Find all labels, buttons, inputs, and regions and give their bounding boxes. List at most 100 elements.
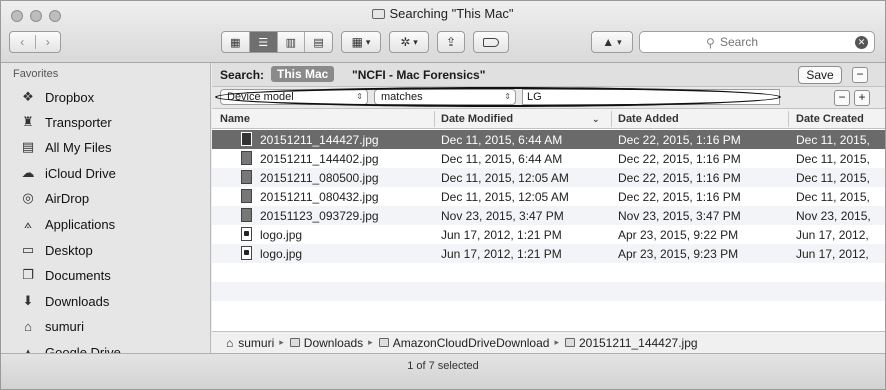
list-view-icon: ☰ — [258, 36, 269, 49]
file-name: logo.jpg — [260, 247, 303, 261]
save-search-button[interactable]: Save — [798, 66, 842, 84]
search-field[interactable]: ⚲ ✕ — [639, 31, 875, 53]
all-files-icon: ▤ — [21, 139, 35, 154]
path-segment[interactable]: sumuri — [238, 336, 274, 350]
scope-folder-button[interactable]: "NCFI - Mac Forensics" — [352, 68, 485, 82]
scope-this-mac-button[interactable]: This Mac — [271, 66, 335, 82]
back-button[interactable]: ‹ — [10, 35, 35, 49]
date-created: Dec 11, 2015, — [796, 190, 870, 204]
column-header-date-added[interactable]: Date Added — [618, 113, 679, 125]
sidebar-item-downloads[interactable]: ⬇ Downloads — [19, 289, 209, 313]
sidebar-item-airdrop[interactable]: ◎ AirDrop — [19, 186, 209, 210]
list-view-button[interactable]: ☰ — [248, 32, 277, 52]
arrange-button[interactable]: ▦ ▾ — [341, 31, 381, 53]
sidebar-item-google-drive[interactable]: ▲ Google Drive — [19, 340, 209, 354]
action-button[interactable]: ✲ ▾ — [389, 31, 429, 53]
text-size-icon: ▲ — [602, 35, 615, 49]
sidebar-item-label: sumuri — [45, 318, 85, 334]
file-name: 20151211_144402.jpg — [260, 152, 379, 166]
sidebar-item-documents[interactable]: ❐ Documents — [19, 263, 209, 287]
file-name: logo.jpg — [260, 228, 303, 242]
arrange-grid-icon: ▦ — [351, 35, 363, 49]
operator-popup[interactable]: matches ⇕ — [374, 89, 516, 105]
file-row[interactable]: 20151211_080432.jpg Dec 11, 2015, 12:05 … — [212, 187, 885, 206]
date-created: Jun 17, 2012, — [796, 247, 869, 261]
gear-icon: ✲ — [400, 35, 411, 49]
search-input[interactable] — [720, 35, 840, 49]
image-file-icon — [241, 208, 252, 222]
finder-window: Searching "This Mac" ‹ › ▦ ☰ ▥ ▤ ▦ ▾ ✲ ▾ ⇪… — [0, 0, 886, 390]
path-bar: ⌂ sumuri ▸ Downloads ▸ AmazonCloudDriveD… — [212, 331, 885, 353]
file-name: 20151123_093729.jpg — [260, 209, 379, 223]
date-modified: Dec 11, 2015, 6:44 AM — [441, 133, 563, 147]
attribute-popup[interactable]: Device model ⇕ — [220, 89, 368, 105]
column-divider[interactable] — [434, 111, 435, 127]
sidebar-item-dropbox[interactable]: ❖ Dropbox — [19, 85, 209, 109]
image-file-icon — [241, 189, 252, 203]
cover-flow-view-button[interactable]: ▤ — [304, 32, 332, 52]
folder-icon — [378, 338, 389, 347]
home-icon: ⌂ — [226, 335, 234, 350]
forward-button[interactable]: › — [34, 35, 61, 49]
date-added: Nov 23, 2015, 3:47 PM — [618, 209, 741, 223]
column-divider[interactable] — [611, 111, 612, 127]
tags-button[interactable] — [473, 31, 509, 53]
column-divider[interactable] — [788, 111, 789, 127]
clear-search-icon[interactable]: ✕ — [855, 36, 868, 49]
path-segment[interactable]: AmazonCloudDriveDownload — [393, 336, 550, 350]
file-row[interactable]: 20151211_144402.jpg Dec 11, 2015, 6:44 A… — [212, 149, 885, 168]
empty-row — [212, 282, 885, 301]
share-button[interactable]: ⇪ — [437, 31, 465, 53]
path-segment[interactable]: Downloads — [304, 336, 363, 350]
column-header-date-created[interactable]: Date Created — [796, 113, 864, 125]
google-drive-icon: ▲ — [21, 344, 35, 354]
sidebar-item-transporter[interactable]: ♜ Transporter — [19, 110, 209, 134]
column-view-button[interactable]: ▥ — [276, 32, 305, 52]
file-name: 20151211_144427.jpg — [260, 133, 379, 147]
sidebar-item-label: All My Files — [45, 139, 112, 155]
file-row[interactable]: logo.jpg Jun 17, 2012, 1:21 PM Apr 23, 2… — [212, 225, 885, 244]
text-size-button[interactable]: ▲ ▾ — [591, 31, 633, 53]
date-added: Dec 22, 2015, 1:16 PM — [618, 171, 741, 185]
status-text: 1 of 7 selected — [407, 360, 479, 372]
sidebar-item-applications[interactable]: ⟑ Applications — [19, 212, 209, 236]
file-name: 20151211_080432.jpg — [260, 190, 379, 204]
file-row[interactable]: 20151211_080500.jpg Dec 11, 2015, 12:05 … — [212, 168, 885, 187]
file-list: Name Date Modified ⌄ Date Added Date Cre… — [212, 109, 885, 331]
date-added: Dec 22, 2015, 1:16 PM — [618, 133, 741, 147]
search-criteria-row: Device model ⇕ matches ⇕ LG − + — [212, 87, 885, 109]
date-modified: Nov 23, 2015, 3:47 PM — [441, 209, 564, 223]
window-title: Searching "This Mac" — [389, 6, 514, 21]
date-added: Apr 23, 2015, 9:23 PM — [618, 247, 739, 261]
file-row[interactable]: 20151123_093729.jpg Nov 23, 2015, 3:47 P… — [212, 206, 885, 225]
sidebar-item-label: AirDrop — [45, 190, 90, 206]
sidebar-item-label: Google Drive — [45, 344, 121, 354]
sidebar-item-all-my-files[interactable]: ▤ All My Files — [19, 135, 209, 159]
path-separator-icon: ▸ — [368, 337, 373, 347]
date-added: Dec 22, 2015, 1:16 PM — [618, 190, 741, 204]
file-row[interactable]: 20151211_144427.jpg Dec 11, 2015, 6:44 A… — [212, 130, 885, 149]
icon-view-icon: ▦ — [230, 36, 241, 49]
criteria-value-field[interactable]: LG — [522, 89, 780, 105]
airdrop-icon: ◎ — [22, 190, 34, 205]
remove-criteria-button[interactable]: − — [834, 90, 850, 106]
column-header-name[interactable]: Name — [220, 113, 250, 125]
sidebar-item-desktop[interactable]: ▭ Desktop — [19, 238, 209, 262]
desktop-icon: ▭ — [21, 242, 35, 257]
add-criteria-button[interactable]: + — [854, 90, 870, 106]
date-modified: Dec 11, 2015, 6:44 AM — [441, 152, 563, 166]
column-header-date-modified[interactable]: Date Modified — [441, 113, 513, 125]
image-file-icon — [564, 338, 575, 347]
remove-scope-button[interactable]: − — [852, 67, 868, 83]
date-created: Dec 11, 2015, — [796, 171, 870, 185]
date-created: Jun 17, 2012, — [796, 228, 869, 242]
sidebar-item-label: Downloads — [45, 293, 110, 309]
file-row[interactable]: logo.jpg Jun 17, 2012, 1:21 PM Apr 23, 2… — [212, 244, 885, 263]
date-modified: Jun 17, 2012, 1:21 PM — [441, 228, 562, 242]
path-segment[interactable]: 20151211_144427.jpg — [579, 336, 698, 350]
sidebar-item-label: Applications — [45, 216, 116, 232]
date-created: Nov 23, 2015, — [796, 209, 871, 223]
sidebar-item-sumuri[interactable]: ⌂ sumuri — [19, 314, 209, 338]
icon-view-button[interactable]: ▦ — [222, 32, 249, 52]
sidebar-item-icloud-drive[interactable]: ☁ iCloud Drive — [19, 161, 209, 185]
